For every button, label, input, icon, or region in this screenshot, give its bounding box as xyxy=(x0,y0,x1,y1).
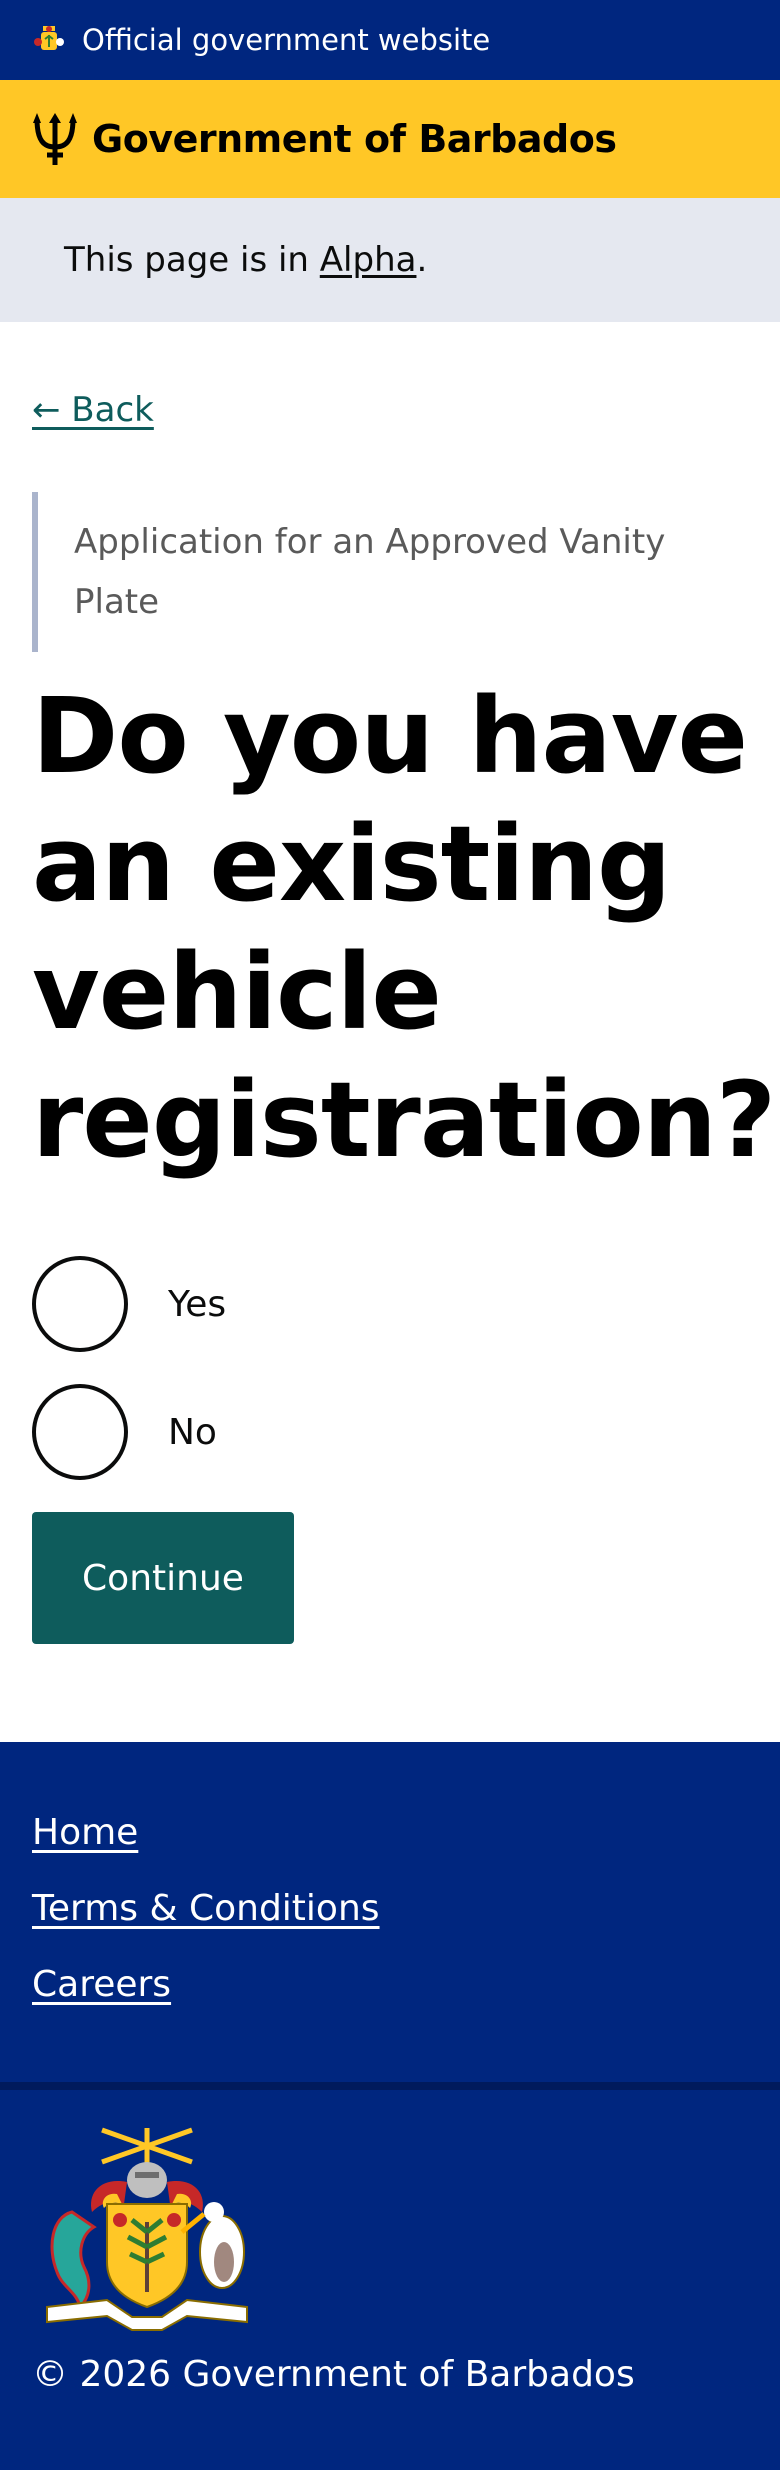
form-caption: Application for an Approved Vanity Plate xyxy=(74,522,666,622)
back-link[interactable]: ← Back xyxy=(32,390,154,430)
coat-of-arms-icon xyxy=(32,23,66,57)
official-website-bar: Official government website xyxy=(0,0,780,80)
brand-name: Government of Barbados xyxy=(92,117,617,161)
trident-icon xyxy=(32,111,78,167)
radio-option-no[interactable]: No xyxy=(32,1384,748,1480)
footer-link-careers[interactable]: Careers xyxy=(32,1962,748,2008)
radio-button-yes[interactable] xyxy=(32,1256,128,1352)
footer-bottom: © 2026 Government of Barbados xyxy=(0,2090,780,2395)
phase-banner-prefix: This page is in xyxy=(64,240,320,280)
footer-nav: Home Terms & Conditions Careers xyxy=(0,1742,780,2082)
official-website-text: Official government website xyxy=(82,23,491,57)
radio-button-no[interactable] xyxy=(32,1384,128,1480)
brand-header: Government of Barbados xyxy=(0,80,780,198)
page-title: Do you have an existing vehicle registra… xyxy=(32,675,776,1181)
radio-option-yes[interactable]: Yes xyxy=(32,1256,748,1352)
footer-link-terms[interactable]: Terms & Conditions xyxy=(32,1886,748,1932)
coat-of-arms-icon xyxy=(32,2122,262,2332)
phase-banner: This page is in Alpha. xyxy=(0,198,780,322)
radio-label-no: No xyxy=(168,1411,217,1453)
phase-link[interactable]: Alpha xyxy=(320,240,417,280)
radio-label-yes: Yes xyxy=(168,1283,227,1325)
phase-banner-suffix: . xyxy=(416,240,428,280)
caption-block: Application for an Approved Vanity Plate xyxy=(32,492,748,652)
continue-button[interactable]: Continue xyxy=(32,1512,294,1644)
footer-divider xyxy=(0,2082,780,2090)
footer-link-home[interactable]: Home xyxy=(32,1810,748,1856)
footer: Home Terms & Conditions Careers © 2026 G… xyxy=(0,1742,780,2470)
copyright: © 2026 Government of Barbados xyxy=(32,2354,635,2395)
radio-group: Yes No xyxy=(32,1256,748,1480)
main-content: ← Back Application for an Approved Vanit… xyxy=(0,322,780,1644)
